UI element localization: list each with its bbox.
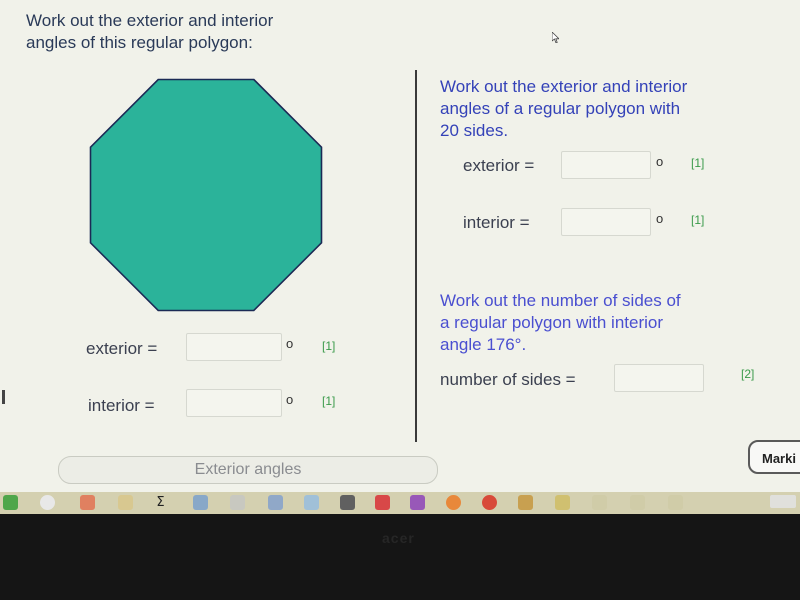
monitor-logo: acer bbox=[382, 530, 415, 546]
q2-exterior-label: exterior = bbox=[463, 156, 535, 175]
q2-exterior-input[interactable] bbox=[561, 151, 651, 179]
chrome-icon-2[interactable] bbox=[482, 495, 497, 510]
marking-button[interactable]: Marki bbox=[748, 440, 800, 474]
worksheet-screen: Work out the exterior and interior angle… bbox=[0, 0, 800, 492]
taskbar: Σ bbox=[0, 492, 800, 514]
chrome-icon[interactable] bbox=[40, 495, 55, 510]
q1-interior-marks: [1] bbox=[322, 394, 336, 408]
regular-octagon bbox=[89, 78, 323, 312]
folder-icon-2[interactable] bbox=[555, 495, 570, 510]
octagon-figure bbox=[89, 78, 323, 312]
q1-interior-input[interactable] bbox=[186, 389, 282, 417]
q2-interior-label: interior = bbox=[463, 213, 530, 232]
notepad-icon[interactable] bbox=[230, 495, 245, 510]
image-viewer-icon[interactable] bbox=[340, 495, 355, 510]
question-2-text: Work out the exterior and interior angle… bbox=[440, 77, 688, 140]
presentation-icon[interactable] bbox=[304, 495, 319, 510]
left-edge-mark bbox=[2, 390, 5, 404]
folder-icon[interactable] bbox=[118, 495, 133, 510]
q3-sides-input[interactable] bbox=[614, 364, 704, 392]
q1-interior-degree: o bbox=[286, 392, 294, 407]
q1-exterior-degree: o bbox=[286, 336, 294, 351]
sigma-icon[interactable]: Σ bbox=[153, 495, 168, 510]
q1-exterior-input[interactable] bbox=[186, 333, 282, 361]
q2-interior-degree: o bbox=[656, 211, 664, 226]
network-icon[interactable] bbox=[630, 495, 645, 510]
onenote-icon[interactable] bbox=[410, 495, 425, 510]
volume-icon[interactable] bbox=[668, 495, 683, 510]
q2-exterior-marks: [1] bbox=[691, 156, 705, 170]
picture-icon[interactable] bbox=[268, 495, 283, 510]
powerpoint-icon[interactable] bbox=[375, 495, 390, 510]
calendar-icon[interactable] bbox=[80, 495, 95, 510]
question-3-text: Work out the number of sides of a regula… bbox=[440, 291, 681, 354]
q2-interior-input[interactable] bbox=[561, 208, 651, 236]
globe-icon[interactable] bbox=[193, 495, 208, 510]
topic-title-bar[interactable]: Exterior angles bbox=[58, 456, 438, 484]
q2-exterior-degree: o bbox=[656, 154, 664, 169]
q1-exterior-label: exterior = bbox=[86, 339, 158, 358]
image-icon[interactable] bbox=[518, 495, 533, 510]
q2-interior-marks: [1] bbox=[691, 213, 705, 227]
q1-exterior-marks: [1] bbox=[322, 339, 336, 353]
q1-interior-label: interior = bbox=[88, 396, 155, 415]
settings-icon[interactable] bbox=[592, 495, 607, 510]
start-icon[interactable] bbox=[3, 495, 18, 510]
q3-sides-label: number of sides = bbox=[440, 370, 576, 389]
mouse-cursor-icon bbox=[552, 32, 559, 43]
system-tray-clock[interactable] bbox=[770, 495, 796, 508]
column-divider bbox=[415, 70, 417, 442]
firefox-icon[interactable] bbox=[446, 495, 461, 510]
q3-marks: [2] bbox=[741, 367, 755, 381]
